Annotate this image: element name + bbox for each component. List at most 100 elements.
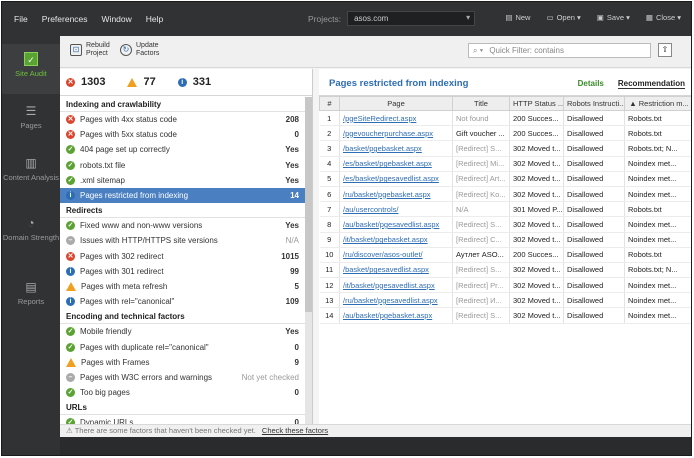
ok-icon: ✓: [66, 327, 75, 337]
table-row[interactable]: 8/au/basket/pgesavedlist.aspx [Redirect] …: [319, 216, 691, 233]
tab-recommendation[interactable]: Recommendation: [617, 79, 685, 89]
info-icon: i: [66, 191, 75, 201]
table-cell: Noindex met...: [624, 216, 691, 233]
factor-label: Pages restricted from indexing: [80, 191, 189, 201]
page-link[interactable]: /pgeSiteRedirect.aspx: [339, 110, 453, 127]
factor-row[interactable]: Pages with Frames 9: [60, 355, 305, 370]
table-cell: Noindex met...: [624, 307, 691, 324]
factor-row[interactable]: – Issues with HTTP/HTTPS site versions N/A: [60, 233, 305, 248]
table-cell: [Redirect] S...: [452, 307, 510, 324]
table-row[interactable]: 4/es/basket/pgebasket.aspx [Redirect] Mi.…: [319, 156, 691, 172]
factor-row[interactable]: i Pages restricted from indexing 14: [60, 187, 305, 204]
factor-row[interactable]: ✓ Too big pages 0: [60, 385, 305, 400]
close-button[interactable]: ▦ Close ▾: [646, 13, 681, 22]
new-button[interactable]: ▤ New: [505, 13, 530, 22]
column-header[interactable]: Title: [452, 96, 510, 111]
page-link[interactable]: /it/basket/pgebasket.aspx: [339, 232, 453, 248]
factor-row[interactable]: ✓ Dynamic URLs 0: [60, 415, 305, 424]
factor-row[interactable]: ✓ .xml sitemap Yes: [60, 173, 305, 188]
page-link[interactable]: /au/usercontrols/: [339, 201, 453, 218]
table-row[interactable]: 1/pgeSiteRedirect.aspx Not found 200 Succe…: [319, 110, 691, 127]
table-row[interactable]: 10/ru/discover/asos-outlet/Аутлет ASO...…: [319, 247, 691, 263]
column-header[interactable]: Page: [339, 96, 453, 111]
page-link[interactable]: /basket/pgesavedlist.aspx: [339, 262, 453, 279]
factor-row[interactable]: ✓ robots.txt file Yes: [60, 158, 305, 173]
column-header[interactable]: ▲ Restriction m...: [624, 96, 691, 111]
factor-row[interactable]: ✓ Pages with duplicate rel="canonical" 0: [60, 339, 305, 354]
table-row[interactable]: 2/pgevoucherpurchase.aspx Gift voucher ..…: [319, 125, 691, 142]
page-link[interactable]: /basket/pgebasket.aspx: [339, 140, 453, 157]
table-row[interactable]: 7/au/usercontrols/N/A 301 Moved P... Disal…: [319, 201, 691, 218]
table-cell: 11: [319, 262, 340, 279]
sidebar-item-domain-strength[interactable]: ◔ Domain Strength: [2, 208, 60, 264]
check-factors-link[interactable]: Check these factors: [262, 426, 328, 435]
table-row[interactable]: 6/ru/basket/pgebasket.aspx [Redirect] Ko.…: [319, 186, 691, 203]
factor-value: Yes: [285, 175, 299, 185]
table-row[interactable]: 11/basket/pgesavedlist.aspx [Redirect] S.…: [319, 262, 691, 279]
factor-row[interactable]: Pages with meta refresh 5: [60, 279, 305, 294]
page-link[interactable]: /ru/discover/asos-outlet/: [339, 247, 453, 263]
check-icon: ✓: [24, 52, 38, 66]
rebuild-project-button[interactable]: ⊡ Rebuild Project: [70, 42, 112, 58]
factor-row[interactable]: ✓ Mobile friendly Yes: [60, 324, 305, 339]
tab-details[interactable]: Details: [578, 79, 604, 89]
open-button[interactable]: ▭ Open ▾: [546, 13, 580, 22]
warnings-count[interactable]: 77: [127, 76, 156, 88]
column-header[interactable]: #: [319, 96, 340, 111]
page-link[interactable]: /au/basket/pgesavedlist.aspx: [339, 216, 453, 233]
menu-help[interactable]: Help: [146, 14, 163, 24]
table-row[interactable]: 12/it/basket/pgesavedlist.aspx [Redirect]…: [319, 277, 691, 294]
factor-value: 0: [294, 342, 299, 352]
unchecked-icon: –: [66, 372, 75, 382]
update-factors-button[interactable]: ↻ Update Factors: [120, 42, 162, 58]
sidebar-item-pages[interactable]: ☰ Pages: [2, 96, 60, 146]
menu-window[interactable]: Window: [102, 14, 132, 24]
info-count[interactable]: i 331: [177, 76, 211, 88]
factor-row[interactable]: ✓ 404 page set up correctly Yes: [60, 142, 305, 157]
warning-icon: ⚠: [66, 426, 73, 435]
export-button[interactable]: ⇧: [658, 43, 672, 57]
table-row[interactable]: 13/ru/basket/pgesavedlist.aspx [Redirect]…: [319, 292, 691, 309]
column-header[interactable]: Robots Instructi...: [563, 96, 625, 111]
page-link[interactable]: /ru/basket/pgesavedlist.aspx: [339, 292, 453, 309]
page-link[interactable]: /ru/basket/pgebasket.aspx: [339, 186, 453, 203]
column-header[interactable]: HTTP Status ...: [509, 96, 564, 111]
factor-row[interactable]: ✓ Fixed www and non-www versions Yes: [60, 218, 305, 233]
table-row[interactable]: 5/es/basket/pgesavedlist.aspx [Redirect] …: [319, 171, 691, 187]
table-cell: Disallowed: [563, 216, 625, 233]
table-row[interactable]: 9/it/basket/pgebasket.aspx [Redirect] C..…: [319, 232, 691, 248]
quick-filter-input[interactable]: ⌕ ▾ Quick Filter: contains: [468, 43, 651, 58]
sidebar-item-site-audit[interactable]: ✓ Site Audit: [2, 44, 60, 94]
ok-icon: ✓: [66, 342, 75, 352]
table-row[interactable]: 14/au/basket/pgebasket.aspx [Redirect] S.…: [319, 307, 691, 324]
table-cell: Disallowed: [563, 171, 625, 187]
sidebar-item-reports[interactable]: ▤ Reports: [2, 272, 60, 322]
factor-row[interactable]: ✕ Pages with 302 redirect 1015: [60, 249, 305, 264]
factor-row[interactable]: i Pages with 301 redirect 99: [60, 264, 305, 279]
sidebar-item-content-analysis[interactable]: ▥ Content Analysis: [2, 148, 60, 204]
save-button[interactable]: ▣ Save ▾: [597, 13, 630, 22]
table-cell: 6: [319, 186, 340, 203]
factor-row[interactable]: – Pages with W3C errors and warnings Not y…: [60, 370, 305, 385]
page-link[interactable]: /it/basket/pgesavedlist.aspx: [339, 277, 453, 294]
project-select[interactable]: asos.com: [347, 11, 476, 26]
table-cell: Disallowed: [563, 232, 625, 248]
page-link[interactable]: /au/basket/pgebasket.aspx: [339, 307, 453, 324]
table-cell: Disallowed: [563, 292, 625, 309]
menu-preferences[interactable]: Preferences: [42, 14, 88, 24]
factor-value: Yes: [285, 160, 299, 170]
factor-scrollbar[interactable]: [305, 97, 312, 424]
factor-row[interactable]: ✕ Pages with 5xx status code 0: [60, 127, 305, 142]
factor-row[interactable]: ✕ Pages with 4xx status code 208: [60, 112, 305, 127]
errors-count[interactable]: ✕ 1303: [66, 76, 105, 88]
page-link[interactable]: /es/basket/pgesavedlist.aspx: [339, 171, 453, 187]
table-row[interactable]: 3/basket/pgebasket.aspx [Redirect] S... 30…: [319, 140, 691, 157]
menu-file[interactable]: File: [14, 14, 28, 24]
table-cell: Gift voucher ...: [452, 125, 510, 142]
factor-row[interactable]: i Pages with rel="canonical" 109: [60, 294, 305, 309]
page-link[interactable]: /es/basket/pgebasket.aspx: [339, 156, 453, 172]
table-cell: 9: [319, 232, 340, 248]
factor-value: 9: [294, 357, 299, 367]
scroll-thumb[interactable]: [305, 97, 312, 312]
page-link[interactable]: /pgevoucherpurchase.aspx: [339, 125, 453, 142]
